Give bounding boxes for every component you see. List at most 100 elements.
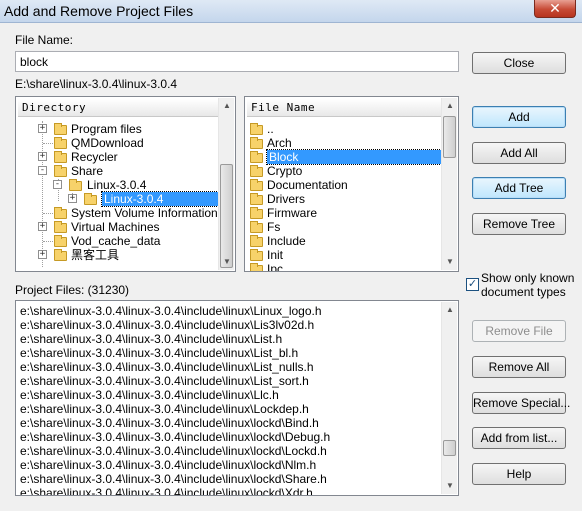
scroll-up-icon[interactable]: ▲ bbox=[219, 98, 235, 114]
project-files-label: Project Files: (31230) bbox=[15, 283, 130, 297]
file-list-item-label: Firmware bbox=[267, 206, 317, 220]
directory-tree[interactable]: Directory + Program files QMDownload + R… bbox=[15, 96, 236, 272]
file-list-item-label: Block bbox=[266, 149, 442, 165]
file-list-item-label: Ipc bbox=[267, 262, 284, 272]
expand-icon[interactable]: + bbox=[38, 222, 47, 231]
file-list-item-label: Documentation bbox=[267, 178, 348, 192]
remove-special-button[interactable]: Remove Special... bbox=[472, 392, 570, 414]
file-list-scrollbar[interactable]: ▲ ▼ bbox=[441, 98, 457, 270]
show-known-types-label-2: document types bbox=[481, 285, 566, 299]
project-files-list[interactable]: e:\share\linux-3.0.4\linux-3.0.4\include… bbox=[15, 300, 459, 496]
scroll-thumb[interactable] bbox=[443, 440, 456, 456]
file-list-item[interactable]: Init bbox=[249, 248, 441, 262]
scroll-up-icon[interactable]: ▲ bbox=[442, 302, 458, 318]
scroll-down-icon[interactable]: ▼ bbox=[442, 478, 458, 494]
file-list-item[interactable]: Ipc bbox=[249, 262, 441, 272]
project-file-row[interactable]: e:\share\linux-3.0.4\linux-3.0.4\include… bbox=[20, 374, 440, 388]
tree-item[interactable]: + Program files bbox=[16, 122, 216, 136]
tree-item[interactable]: + Virtual Machines bbox=[16, 220, 216, 234]
tree-item-label: Linux-3.0.4 bbox=[87, 178, 147, 192]
folder-icon bbox=[250, 137, 263, 149]
file-list-item-label: Include bbox=[267, 234, 306, 248]
remove-tree-button[interactable]: Remove Tree bbox=[472, 213, 566, 235]
project-file-row[interactable]: e:\share\linux-3.0.4\linux-3.0.4\include… bbox=[20, 318, 440, 332]
show-known-types-checkbox[interactable]: ✓ bbox=[466, 278, 479, 291]
project-file-row[interactable]: e:\share\linux-3.0.4\linux-3.0.4\include… bbox=[20, 472, 440, 486]
folder-up-icon bbox=[250, 123, 263, 135]
tree-item-selected[interactable]: + Linux-3.0.4 bbox=[16, 191, 219, 207]
add-button[interactable]: Add bbox=[472, 106, 566, 128]
project-file-row[interactable]: e:\share\linux-3.0.4\linux-3.0.4\include… bbox=[20, 444, 440, 458]
project-files-scrollbar[interactable]: ▲ ▼ bbox=[441, 302, 457, 494]
show-known-types-label-1: Show only known bbox=[481, 271, 575, 285]
add-from-list-button[interactable]: Add from list... bbox=[472, 427, 566, 449]
tree-item[interactable]: Vod_cache_data bbox=[16, 234, 216, 248]
project-file-path: e:\share\linux-3.0.4\linux-3.0.4\include… bbox=[20, 304, 322, 318]
tree-item-label: System Volume Information bbox=[71, 206, 218, 220]
collapse-icon[interactable]: - bbox=[53, 180, 62, 189]
project-file-row[interactable]: e:\share\linux-3.0.4\linux-3.0.4\include… bbox=[20, 458, 440, 472]
expand-icon[interactable]: + bbox=[38, 250, 47, 259]
folder-icon bbox=[250, 207, 263, 219]
file-list-item[interactable]: Crypto bbox=[249, 164, 441, 178]
scroll-thumb[interactable] bbox=[220, 164, 233, 268]
add-tree-button[interactable]: Add Tree bbox=[472, 177, 566, 199]
project-file-row[interactable]: e:\share\linux-3.0.4\linux-3.0.4\include… bbox=[20, 388, 440, 402]
window-title: Add and Remove Project Files bbox=[4, 3, 194, 19]
file-name-value: block bbox=[20, 55, 49, 69]
folder-icon bbox=[54, 123, 67, 135]
folder-icon bbox=[250, 193, 263, 205]
scroll-thumb[interactable] bbox=[443, 116, 456, 158]
remove-all-button[interactable]: Remove All bbox=[472, 356, 566, 378]
file-list-item[interactable]: .. bbox=[249, 122, 441, 136]
scroll-up-icon[interactable]: ▲ bbox=[442, 98, 458, 114]
project-file-row[interactable]: e:\share\linux-3.0.4\linux-3.0.4\include… bbox=[20, 430, 440, 444]
file-list-item[interactable]: Fs bbox=[249, 220, 441, 234]
project-file-path: e:\share\linux-3.0.4\linux-3.0.4\include… bbox=[20, 346, 299, 360]
file-list-item[interactable]: Arch bbox=[249, 136, 441, 150]
file-name-input[interactable]: block bbox=[15, 51, 459, 72]
file-name-header: File Name bbox=[247, 99, 441, 117]
project-file-path: e:\share\linux-3.0.4\linux-3.0.4\include… bbox=[20, 416, 319, 430]
file-list-item[interactable]: Documentation bbox=[249, 178, 441, 192]
window-close-button[interactable]: ✕ bbox=[534, 0, 576, 18]
file-list-item-label: Drivers bbox=[267, 192, 305, 206]
collapse-icon[interactable]: - bbox=[38, 166, 47, 175]
tree-item-label: Share bbox=[71, 164, 104, 178]
close-button[interactable]: Close bbox=[472, 52, 566, 74]
file-list-item-label: Fs bbox=[267, 220, 281, 234]
scroll-down-icon[interactable]: ▼ bbox=[442, 254, 458, 270]
project-file-row[interactable]: e:\share\linux-3.0.4\linux-3.0.4\include… bbox=[20, 304, 440, 318]
folder-open-icon bbox=[69, 179, 82, 191]
tree-item[interactable]: - Share bbox=[16, 164, 216, 178]
tree-item[interactable]: - Linux-3.0.4 bbox=[16, 178, 216, 192]
folder-icon bbox=[250, 249, 263, 261]
expand-icon[interactable]: + bbox=[38, 124, 47, 133]
file-list-item[interactable]: Firmware bbox=[249, 206, 441, 220]
directory-scrollbar[interactable]: ▲ ▼ bbox=[218, 98, 234, 270]
tree-item[interactable]: System Volume Information bbox=[16, 206, 218, 220]
remove-file-button[interactable]: Remove File bbox=[472, 320, 566, 342]
file-list-item[interactable]: Drivers bbox=[249, 192, 441, 206]
tree-item[interactable]: + Recycler bbox=[16, 150, 216, 164]
project-file-row[interactable]: e:\share\linux-3.0.4\linux-3.0.4\include… bbox=[20, 332, 440, 346]
help-button[interactable]: Help bbox=[472, 463, 566, 485]
file-list-item-label: Init bbox=[267, 248, 284, 262]
expand-icon[interactable]: + bbox=[68, 194, 77, 203]
project-file-row[interactable]: e:\share\linux-3.0.4\linux-3.0.4\include… bbox=[20, 360, 440, 374]
file-list[interactable]: File Name .. Arch Block Crypto Documenta… bbox=[244, 96, 459, 272]
project-file-row[interactable]: e:\share\linux-3.0.4\linux-3.0.4\include… bbox=[20, 346, 440, 360]
project-file-row[interactable]: e:\share\linux-3.0.4\linux-3.0.4\include… bbox=[20, 486, 440, 495]
file-list-item-selected[interactable]: Block bbox=[249, 149, 442, 165]
tree-item[interactable]: + 黑客工具 bbox=[16, 248, 216, 262]
add-all-button[interactable]: Add All bbox=[472, 142, 566, 164]
project-file-path: e:\share\linux-3.0.4\linux-3.0.4\include… bbox=[20, 472, 327, 486]
tree-item-label: Recycler bbox=[71, 150, 118, 164]
folder-icon bbox=[54, 137, 67, 149]
project-file-row[interactable]: e:\share\linux-3.0.4\linux-3.0.4\include… bbox=[20, 402, 440, 416]
scroll-down-icon[interactable]: ▼ bbox=[219, 254, 235, 270]
expand-icon[interactable]: + bbox=[38, 152, 47, 161]
tree-item[interactable]: QMDownload bbox=[16, 136, 216, 150]
file-list-item[interactable]: Include bbox=[249, 234, 441, 248]
project-file-row[interactable]: e:\share\linux-3.0.4\linux-3.0.4\include… bbox=[20, 416, 440, 430]
